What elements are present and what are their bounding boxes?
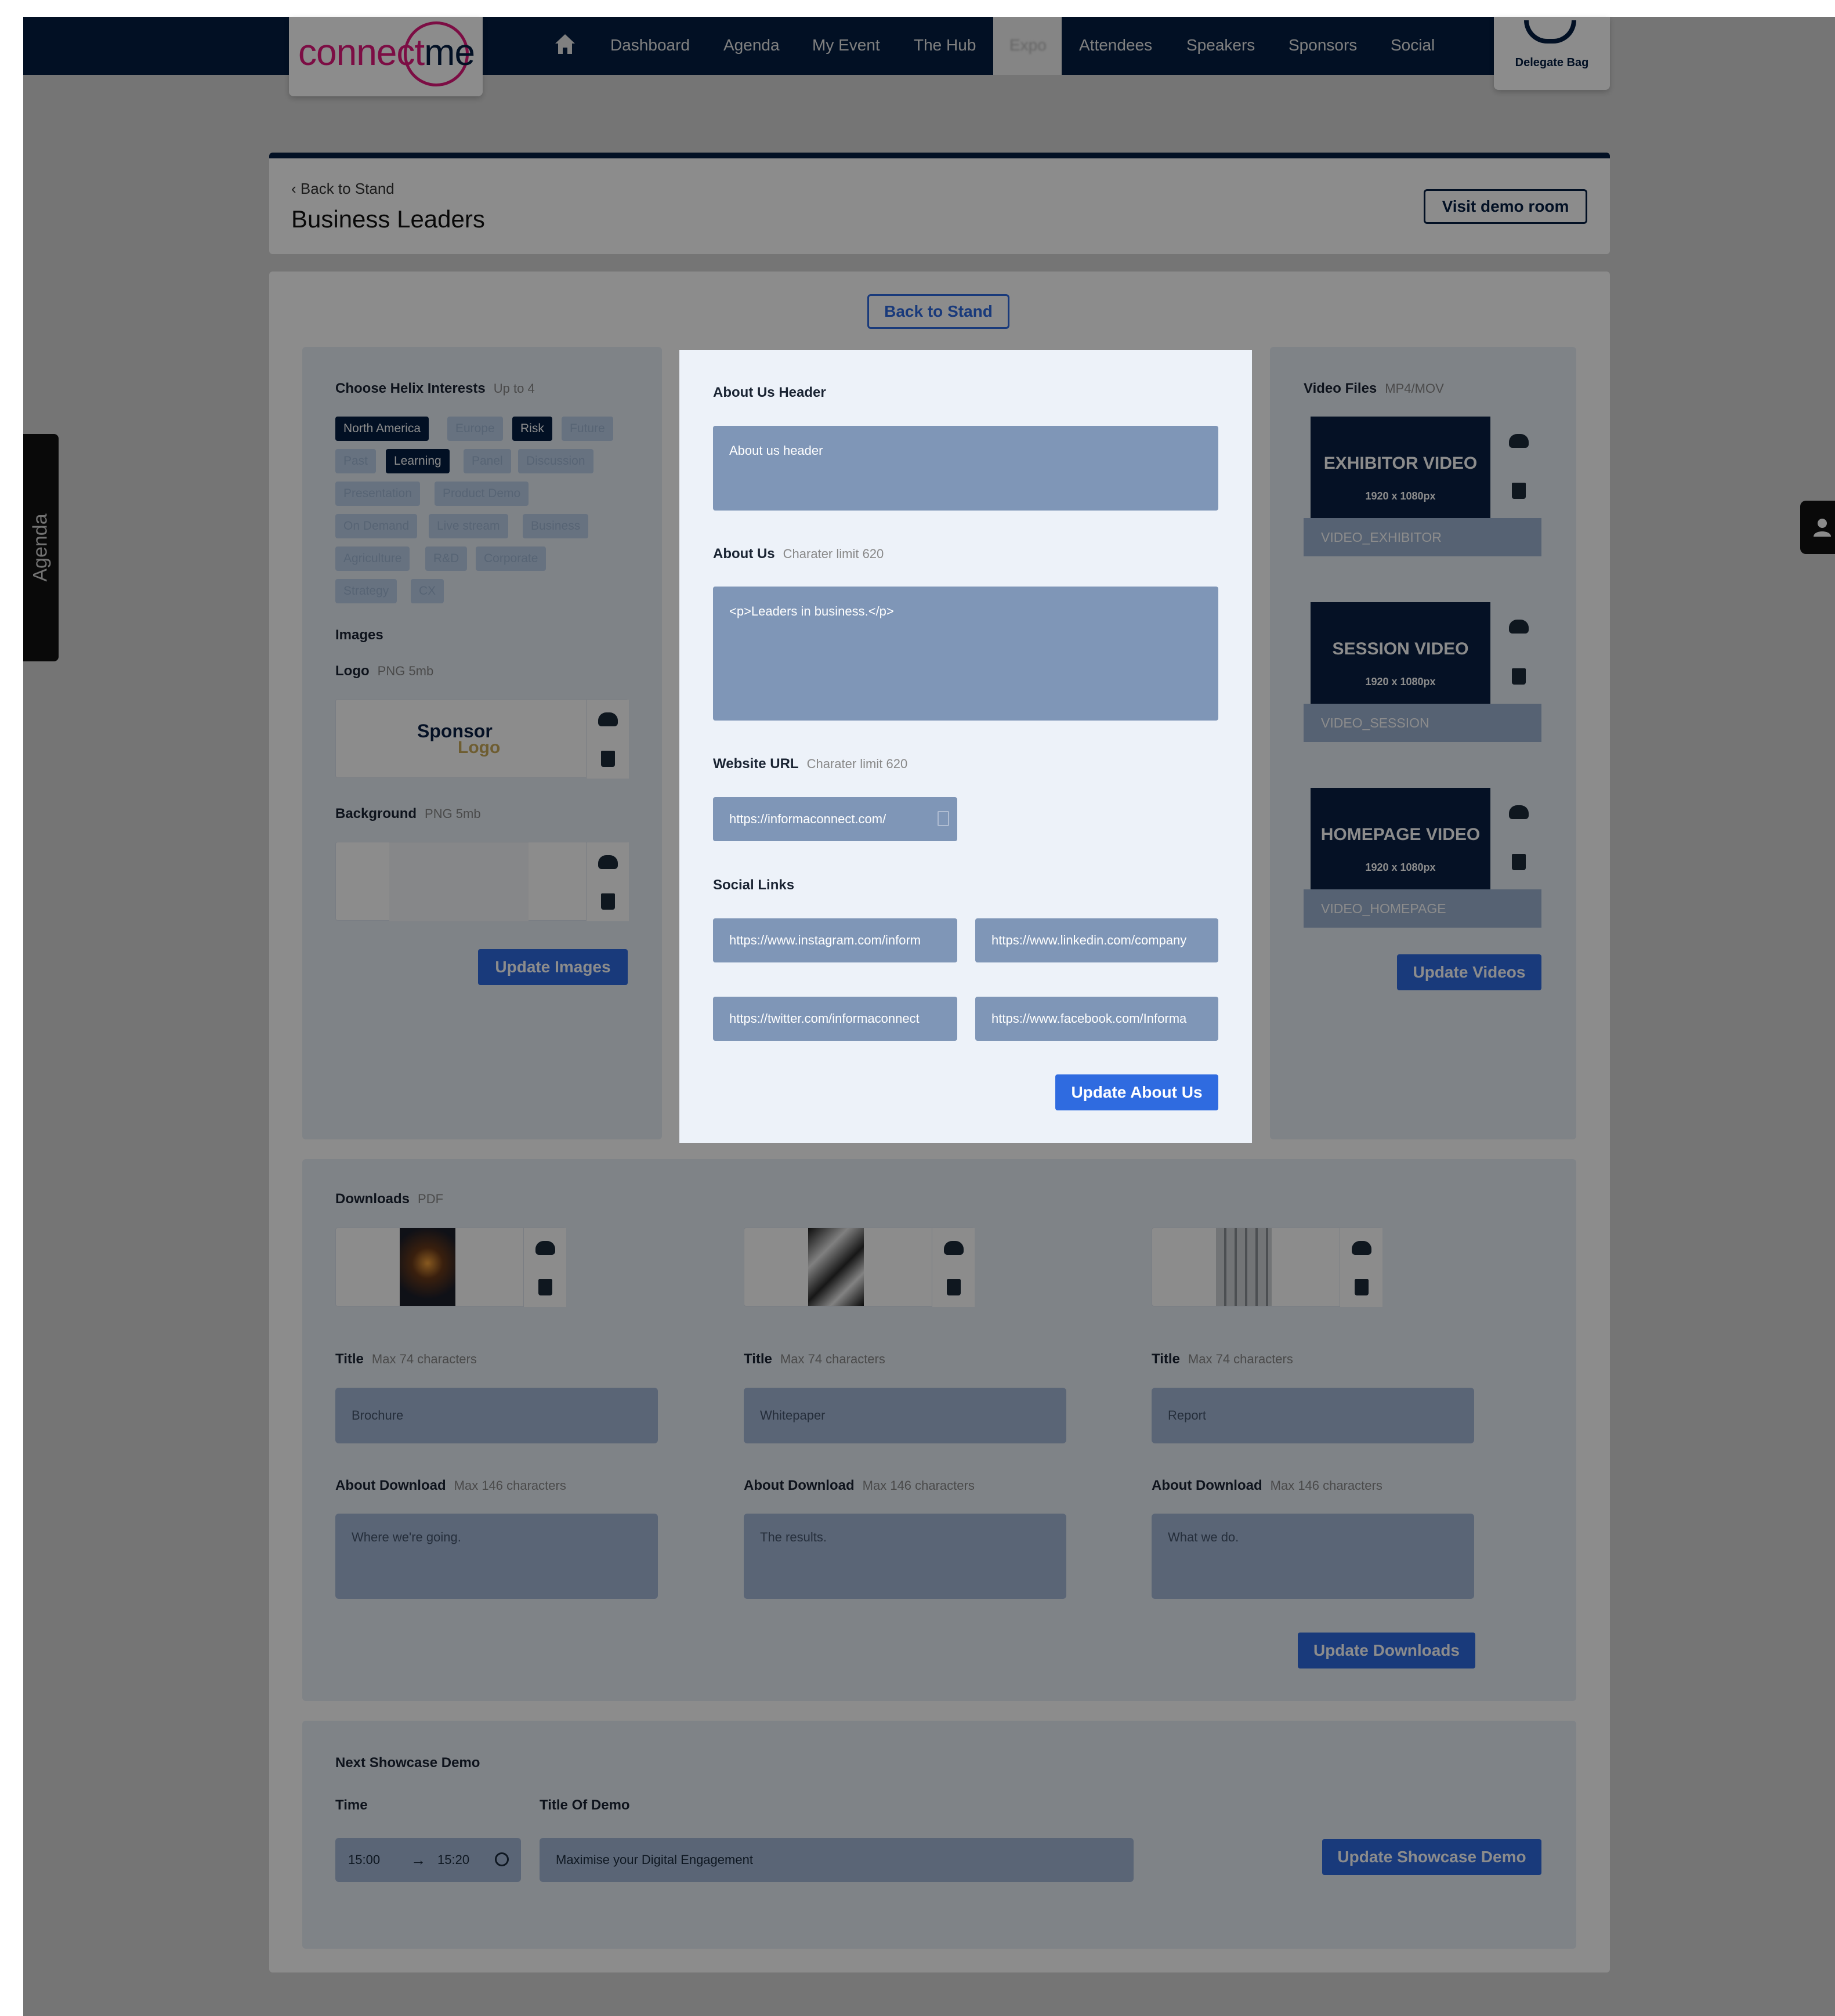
about-us-textarea[interactable]: <p>Leaders in business.</p>	[713, 587, 1218, 721]
linkedin-link-input[interactable]: https://www.linkedin.com/company	[975, 918, 1218, 962]
website-url-label-text: Website URL	[713, 756, 799, 772]
facebook-link-input[interactable]: https://www.facebook.com/Informa	[975, 997, 1218, 1041]
update-about-us-button[interactable]: Update About Us	[1055, 1074, 1218, 1110]
input-autofill-icon	[938, 811, 949, 826]
about-header-input[interactable]: About us header	[713, 426, 1218, 511]
about-us-hint: Charater limit 620	[783, 546, 884, 561]
website-url-label: Website URL Charater limit 620	[713, 756, 907, 772]
twitter-link-input[interactable]: https://twitter.com/informaconnect	[713, 997, 957, 1041]
website-url-hint: Charater limit 620	[806, 757, 908, 771]
about-header-label: About Us Header	[713, 385, 826, 400]
social-links-label: Social Links	[713, 877, 795, 893]
about-us-label: About Us Charater limit 620	[713, 546, 884, 562]
instagram-link-input[interactable]: https://www.instagram.com/inform	[713, 918, 957, 962]
about-us-label-text: About Us	[713, 546, 775, 562]
about-us-modal: About Us Header About us header About Us…	[679, 350, 1252, 1143]
website-url-value: https://informaconnect.com/	[729, 812, 886, 826]
website-url-input[interactable]: https://informaconnect.com/	[713, 797, 957, 841]
